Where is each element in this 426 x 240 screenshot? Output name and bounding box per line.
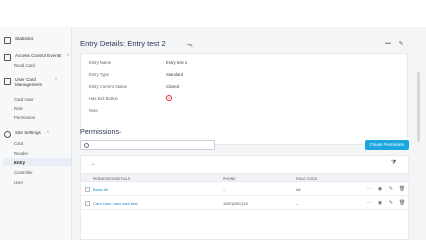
gear-icon [4,131,11,138]
view-icon[interactable]: ◉ [377,186,383,192]
exit-button-label: Has Exit Button [89,96,118,101]
entry-name-value: Entry test 2 [166,60,188,65]
table-row[interactable]: Card User, user card test 1987(0821)15 -… [81,196,410,210]
chevron-down-icon[interactable]: ⌄ [118,129,122,135]
entry-type-value: Standard [166,72,183,77]
role-code-cell: -- [296,200,299,206]
sidebar-item-entry[interactable]: Entry [14,160,25,165]
permissions-table: ⌄ ⧩ Permissiondetails Phone Role code Ba… [80,155,410,240]
sidebar-item-card[interactable]: Card [14,141,23,146]
permission-details-link[interactable]: Card User, user card test [93,201,137,206]
sidebar-item-statistics[interactable]: Statistics [4,36,33,44]
table-row[interactable]: Basic All -- All ⋯ ◉ ✎ 🗑 [81,182,410,196]
table-header: Permissiondetails Phone Role code [81,173,410,182]
entry-status-value: Closed [166,84,180,89]
permission-details-link[interactable]: Basic All [93,187,108,192]
sidebar-item-controller[interactable]: Controller [14,170,33,175]
column-header-role-code[interactable]: Role code [296,177,317,181]
app-window: Statistics Access Control Events ^ Read … [0,0,426,240]
sidebar-item-reader[interactable]: Reader [14,151,28,156]
chevron-down-icon[interactable]: ⌄ [91,161,95,167]
entry-name-label: Entry Name [89,60,112,65]
sidebar-item-read-card[interactable]: Read Card [14,63,35,68]
trash-icon[interactable]: 🗑 [399,200,405,206]
role-code-cell: All [296,186,301,192]
sidebar-item-card-user[interactable]: Card User [14,97,34,102]
sidebar-item-user-card-management[interactable]: User Card Management ^ [4,77,57,88]
sidebar-item-role[interactable]: Role [14,106,23,111]
phone-cell: -- [223,186,226,192]
calendar-icon [4,54,11,61]
permissions-title: Permissions [80,127,120,136]
card-icon [4,78,11,85]
chevron-up-icon: ^ [67,53,70,58]
page-title: Entry Details: Entry test 2 [80,39,166,48]
scrollbar-thumb[interactable] [417,72,420,142]
column-header-phone[interactable]: Phone [223,177,236,181]
sidebar: Statistics Access Control Events ^ Read … [0,27,72,240]
phone-cell: 1987(0821)15 [223,200,248,206]
row-actions: ⋯ ◉ ✎ 🗑 [366,200,406,206]
x-circle-icon: × [166,95,172,101]
search-icon [84,143,89,148]
chevron-up-icon: ^ [55,77,58,82]
more-icon[interactable]: ⋯ [366,186,372,192]
sidebar-item-user[interactable]: User [14,180,23,185]
row-actions: ⋯ ◉ ✎ 🗑 [366,186,406,192]
top-bar [0,0,426,26]
row-checkbox[interactable] [85,186,90,192]
trash-icon[interactable]: 🗑 [399,186,405,192]
sidebar-item-site-settings[interactable]: Site Settings ^ [4,130,49,138]
filter-icon[interactable]: ⧩ [391,160,396,167]
scrollbar[interactable] [417,27,421,240]
sidebar-item-permission[interactable]: Permission [14,115,35,120]
column-header-details[interactable]: Permissiondetails [93,177,130,181]
edit-icon[interactable]: ✎ [388,186,394,192]
entry-type-label: Entry Type [89,72,109,77]
edit-icon[interactable]: ✎ [388,200,394,206]
row-checkbox[interactable] [85,200,90,206]
note-label: Note [89,108,98,113]
more-icon[interactable]: ⋯ [366,200,372,206]
create-permission-button[interactable]: Create Permission [365,140,409,150]
chevron-up-icon: ^ [46,130,49,135]
chart-icon [4,37,11,44]
entry-details-card: Entry Name Entry test 2 Entry Type Stand… [80,53,408,145]
more-icon[interactable]: ••• [384,41,392,47]
search-input[interactable] [80,140,215,150]
sidebar-item-access-control-events[interactable]: Access Control Events ^ [4,53,69,61]
main-content: Entry Details: Entry test 2 ⌄ ↖ ••• ✎ En… [72,27,426,240]
edit-icon[interactable]: ✎ [397,41,405,47]
entry-status-label: Entry Current Status [89,84,127,89]
view-icon[interactable]: ◉ [377,200,383,206]
mouse-cursor-icon: ↖ [189,43,194,49]
